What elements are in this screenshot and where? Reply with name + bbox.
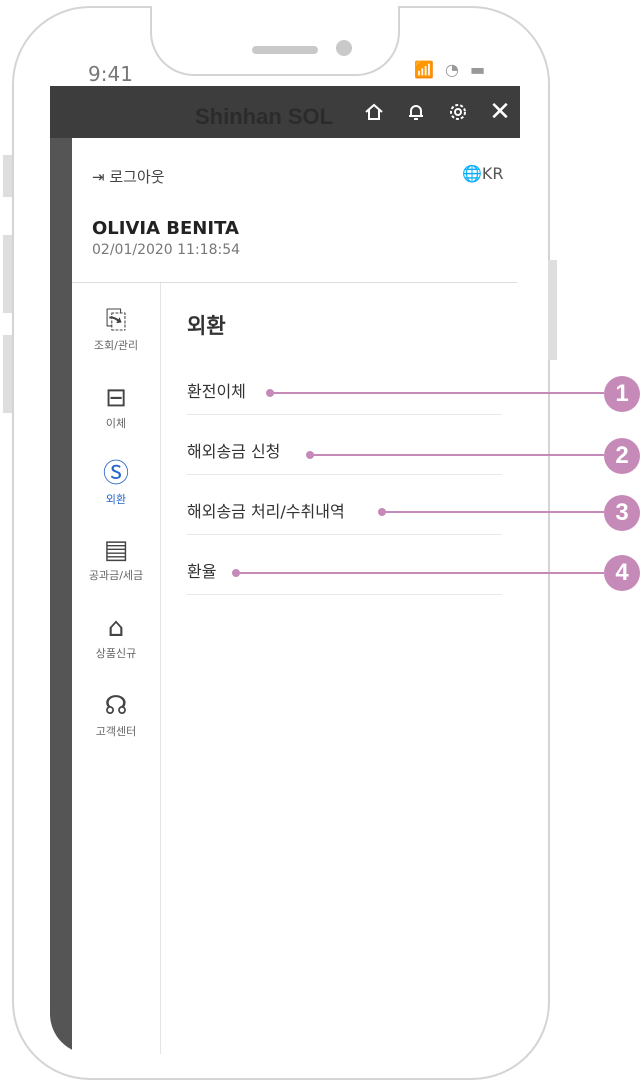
headset-icon: ☊ [104, 691, 128, 721]
bill-icon: ▤ [103, 535, 129, 565]
logout-button[interactable]: ⇥ 로그아웃 [92, 166, 165, 187]
nav-label: 외환 [105, 493, 127, 506]
logout-label: 로그아웃 [109, 168, 165, 186]
bell-icon[interactable] [402, 98, 430, 126]
language-label: KR [481, 164, 504, 183]
nav-label: 고객센터 [95, 725, 137, 738]
top-bar: Shinhan SOL ✕ [50, 86, 520, 138]
section-title: 외환 [187, 314, 226, 338]
side-button [3, 235, 12, 313]
home-icon[interactable] [360, 98, 388, 126]
menu-item-label: 해외송금 신청 [187, 442, 281, 461]
status-icons: 📶 ◔ ▬ [414, 60, 489, 79]
globe-icon: 🌐 [462, 164, 482, 183]
side-button [548, 260, 557, 360]
last-login-time: 02/01/2020 11:18:54 [92, 242, 241, 258]
search-document-icon: ⎘ [105, 305, 127, 335]
currency-exchange-icon: Ⓢ [102, 459, 129, 489]
callout-badge-4: 4 [604, 555, 640, 591]
side-drawer: ⇥ 로그아웃 🌐KR OLIVIA BENITA 02/01/2020 11:1… [72, 138, 520, 1054]
brand-logo: Shinhan SOL [195, 104, 334, 129]
user-name: OLIVIA BENITA [92, 218, 239, 239]
callout-badge-2: 2 [604, 438, 640, 474]
menu-item-overseas-remittance[interactable]: 해외송금 신청 [187, 430, 502, 475]
phone-notch [150, 6, 400, 76]
gear-icon[interactable] [444, 98, 472, 126]
callout-line [310, 454, 604, 456]
transfer-icon: ⊟ [105, 383, 127, 413]
callout-line [270, 392, 604, 394]
nav-item-new-products[interactable]: ⌂ 상품신규 [72, 613, 160, 661]
menu-item-label: 환전이체 [187, 382, 246, 401]
menu-item-label: 환율 [187, 562, 217, 581]
nav-label: 이체 [105, 417, 127, 430]
callout-badge-3: 3 [604, 495, 640, 531]
nav-label: 상품신규 [95, 647, 137, 660]
side-button [3, 155, 12, 197]
nav-label: 조회/관리 [93, 339, 139, 352]
nav-item-bills[interactable]: ▤ 공과금/세금 [72, 535, 160, 583]
camera [336, 40, 352, 56]
speaker [252, 46, 318, 54]
app-screen: Shinhan SOL ✕ ⇥ 로그아웃 🌐KR OLIVIA BENITA 0… [50, 86, 520, 1054]
callout-badge-1: 1 [604, 376, 640, 412]
close-button[interactable]: ✕ [486, 98, 514, 126]
nav-item-transfer[interactable]: ⊟ 이체 [72, 383, 160, 431]
nav-item-foreign-exchange[interactable]: Ⓢ 외환 [72, 459, 160, 507]
callout-line [382, 511, 604, 513]
callout-line [236, 572, 604, 574]
nav-label: 공과금/세금 [88, 569, 144, 582]
side-button [3, 335, 12, 413]
background-overlay [50, 138, 72, 1054]
status-time: 9:41 [88, 62, 133, 86]
language-toggle[interactable]: 🌐KR [462, 164, 504, 183]
category-nav: ⎘ 조회/관리 ⊟ 이체 Ⓢ 외환 ▤ 공과금/세금 ⌂ 상품신규 ☊ 고객센터 [72, 283, 161, 1054]
nav-item-inquiry[interactable]: ⎘ 조회/관리 [72, 305, 160, 353]
shopping-bag-icon: ⌂ [107, 613, 125, 643]
nav-item-customer-center[interactable]: ☊ 고객센터 [72, 691, 160, 739]
logout-icon: ⇥ [92, 168, 105, 186]
menu-item-label: 해외송금 처리/수취내역 [187, 502, 345, 521]
